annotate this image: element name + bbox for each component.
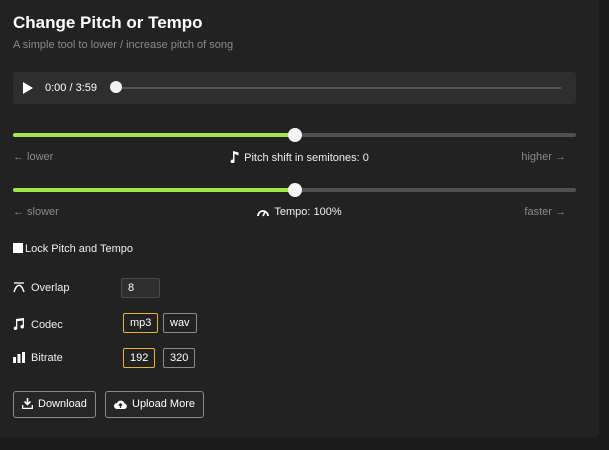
player-time: 0:00 / 3:59 — [45, 82, 97, 94]
download-icon — [21, 398, 34, 410]
lock-checkbox[interactable] — [13, 243, 23, 253]
tempo-value: 100% — [313, 206, 342, 218]
tempo-slider-fill — [13, 188, 295, 192]
page-subtitle: A simple tool to lower / increase pitch … — [13, 39, 234, 51]
overlap-row: Overlap — [13, 282, 70, 294]
download-button[interactable]: Download — [13, 391, 96, 418]
seek-handle[interactable] — [110, 81, 122, 93]
cloud-upload-icon — [114, 400, 127, 409]
audio-player: 0:00 / 3:59 — [13, 72, 576, 104]
overlap-input[interactable]: 8 — [121, 278, 160, 298]
tempo-label: Tempo: — [274, 206, 311, 218]
play-icon[interactable] — [23, 82, 33, 94]
upload-more-label: Upload More — [132, 398, 195, 410]
pitch-value: 0 — [362, 152, 369, 164]
bitrate-option-320[interactable]: 320 — [163, 348, 196, 368]
bitrate-row: Bitrate — [13, 352, 63, 364]
speedometer-icon — [257, 210, 270, 217]
pitch-slider[interactable] — [13, 128, 576, 142]
tempo-faster-label: faster → — [524, 206, 566, 218]
upload-more-button[interactable]: Upload More — [105, 391, 204, 418]
seek-bar[interactable] — [117, 87, 561, 89]
codec-row: Codec — [13, 318, 63, 331]
codec-option-mp3[interactable]: mp3 — [123, 313, 159, 333]
pitch-readout: Pitch shift in semitones: 0 — [0, 151, 599, 164]
lock-label: Lock Pitch and Tempo — [25, 243, 134, 255]
pitch-label: Pitch shift in semitones: — [244, 152, 360, 164]
pitch-slider-fill — [13, 133, 295, 137]
music-note-icon — [230, 151, 239, 164]
bar-chart-icon — [13, 352, 25, 363]
music-notes-icon — [13, 318, 25, 331]
pitch-slider-handle[interactable] — [287, 128, 302, 142]
pitch-higher-label: higher → — [521, 151, 566, 163]
codec-label: Codec — [31, 319, 63, 331]
lock-pitch-tempo[interactable]: Lock Pitch and Tempo — [13, 243, 133, 255]
bitrate-option-192[interactable]: 192 — [123, 348, 156, 368]
tool-panel: Change Pitch or Tempo A simple tool to l… — [0, 0, 599, 438]
page-title: Change Pitch or Tempo — [13, 13, 203, 32]
tempo-readout: Tempo: 100% — [0, 206, 599, 218]
codec-option-wav[interactable]: wav — [163, 313, 197, 333]
overlap-icon — [13, 282, 25, 293]
tempo-slider-handle[interactable] — [287, 183, 302, 197]
bitrate-label: Bitrate — [31, 352, 63, 364]
download-label: Download — [38, 398, 87, 410]
tempo-slider[interactable] — [13, 183, 576, 197]
overlap-label: Overlap — [31, 282, 70, 294]
